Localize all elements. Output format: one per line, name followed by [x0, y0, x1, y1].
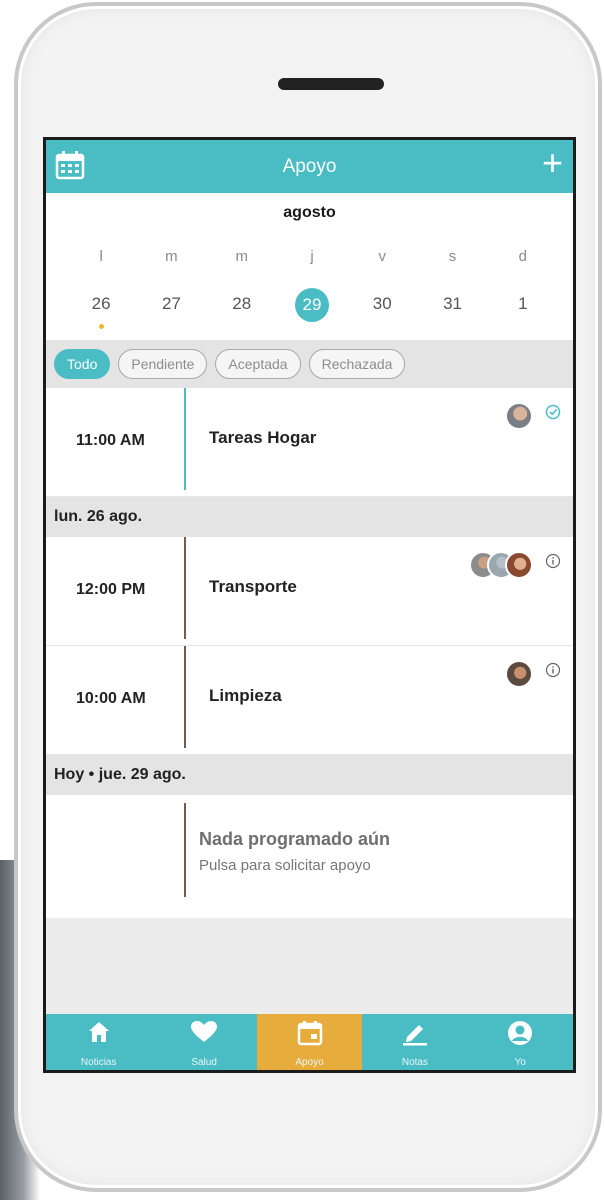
avatar-group: [505, 402, 533, 430]
date-number: 26: [91, 294, 111, 313]
timeline-divider: [184, 803, 186, 897]
date-number: 31: [443, 294, 462, 313]
event-time: 10:00 AM: [76, 690, 146, 707]
weekday-label: m: [235, 248, 248, 265]
tab-notas[interactable]: Notas: [362, 1014, 467, 1070]
avatar: [505, 551, 533, 579]
weekday-label: m: [165, 248, 178, 265]
event-title: Transporte: [209, 577, 297, 596]
date-row: 26 27 28 29 30 31 1: [66, 288, 558, 329]
user-icon: [507, 1020, 533, 1051]
calendar-icon: [297, 1020, 323, 1051]
date-cell[interactable]: 31: [417, 288, 487, 320]
filter-chip-rechazada[interactable]: Rechazada: [308, 349, 406, 379]
tab-salud[interactable]: Salud: [151, 1014, 256, 1070]
filter-bar: Todo Pendiente Aceptada Rechazada: [46, 340, 573, 388]
event-list: 11:00 AM Tareas Hogar lun. 26 ago. 12:00…: [46, 388, 573, 907]
weekday-label: l: [99, 248, 103, 265]
avatar: [505, 660, 533, 688]
event-title: Limpieza: [209, 686, 282, 705]
date-cell[interactable]: 30: [347, 288, 417, 320]
weekday-label: d: [518, 248, 527, 265]
speaker-grille: [278, 78, 384, 90]
tab-label: Yo: [514, 1057, 526, 1068]
date-cell[interactable]: 1: [488, 288, 558, 320]
list-background: [46, 918, 573, 1018]
info-icon[interactable]: [545, 553, 561, 574]
info-icon[interactable]: [545, 662, 561, 683]
date-cell[interactable]: 27: [136, 288, 206, 320]
tab-apoyo[interactable]: Apoyo: [256, 1014, 363, 1070]
event-time: 11:00 AM: [76, 432, 145, 449]
tab-label: Salud: [191, 1057, 217, 1068]
empty-state-subtitle: Pulsa para solicitar apoyo: [199, 857, 371, 874]
empty-state-row[interactable]: Nada programado aún Pulsa para solicitar…: [46, 795, 573, 907]
pencil-icon: [401, 1020, 429, 1051]
check-circle-icon: [545, 404, 561, 425]
weekday-label: s: [448, 248, 457, 265]
empty-state-title: Nada programado aún: [199, 829, 391, 849]
date-number: 27: [161, 294, 181, 313]
tab-label: Apoyo: [295, 1057, 324, 1068]
event-row[interactable]: 12:00 PM Transporte: [46, 537, 573, 646]
date-number: 1: [518, 294, 528, 313]
date-cell-selected[interactable]: 29: [277, 288, 347, 322]
app-screen: Apoyo + agosto l m m j v s d 26 27 28 29…: [43, 137, 576, 1073]
tab-noticias[interactable]: Noticias: [46, 1014, 151, 1070]
month-label: agosto: [283, 204, 336, 221]
top-bar: Apoyo +: [46, 140, 573, 193]
tab-yo[interactable]: Yo: [468, 1014, 573, 1070]
weekday-label: v: [378, 248, 387, 265]
weekday-row: l m m j v s d: [66, 248, 558, 265]
home-icon: [86, 1020, 112, 1049]
event-title: Tareas Hogar: [209, 428, 317, 447]
timeline-divider: [184, 646, 186, 748]
avatar-group: [505, 660, 533, 688]
tab-label: Notas: [401, 1057, 428, 1068]
filter-chip-todo[interactable]: Todo: [54, 349, 111, 379]
timeline-divider: [184, 388, 186, 490]
date-number: 30: [372, 294, 392, 313]
date-number: 28: [232, 294, 252, 313]
avatar: [505, 402, 533, 430]
date-cell[interactable]: 26: [66, 288, 136, 329]
day-section-header: Hoy • jue. 29 ago.: [46, 755, 573, 795]
weekday-label: j: [310, 248, 314, 265]
plus-icon[interactable]: +: [542, 145, 563, 181]
event-dot: [99, 324, 105, 329]
day-section-header: lun. 26 ago.: [46, 497, 573, 537]
filter-chip-pendiente[interactable]: Pendiente: [118, 349, 208, 379]
page-title: Apoyo: [282, 156, 337, 177]
filter-chip-aceptada[interactable]: Aceptada: [215, 349, 301, 379]
heart-icon: [190, 1020, 218, 1049]
date-number: 29: [294, 288, 329, 322]
bottom-tab-bar: Noticias Salud Apoyo Notas Yo: [46, 1014, 573, 1070]
event-row[interactable]: 10:00 AM Limpieza: [46, 646, 573, 755]
event-row[interactable]: 11:00 AM Tareas Hogar: [46, 388, 573, 497]
timeline-divider: [184, 537, 186, 639]
tab-label: Noticias: [80, 1057, 117, 1068]
event-time: 12:00 PM: [76, 581, 146, 598]
avatar-group: [469, 551, 533, 579]
date-cell[interactable]: 28: [207, 288, 277, 320]
